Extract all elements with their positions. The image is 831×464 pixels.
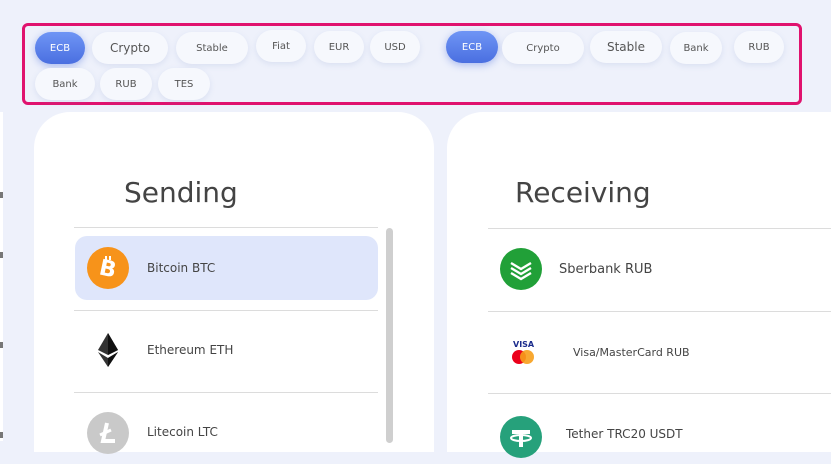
receiving-item-tether[interactable]: Tether TRC20 USDT <box>488 404 831 464</box>
filter-bar: ECB Crypto Stable Fiat EUR USD ECB Crypt… <box>22 23 802 105</box>
divider <box>488 311 831 312</box>
edge-mark <box>0 432 3 438</box>
filter-chip-stable[interactable]: Stable <box>176 32 248 64</box>
edge-mark <box>0 252 3 258</box>
edge-mark <box>0 342 3 348</box>
receiving-item-label: Sberbank RUB <box>559 261 653 277</box>
receiving-title: Receiving <box>515 176 651 209</box>
svg-text:VISA: VISA <box>513 340 535 349</box>
filter-chip-eur[interactable]: EUR <box>314 31 364 63</box>
visa-mastercard-icon: VISA <box>500 331 544 373</box>
filter-chip-crypto-receive[interactable]: Crypto <box>502 32 584 64</box>
filter-chip-bank[interactable]: Bank <box>35 68 95 100</box>
divider <box>74 392 378 393</box>
filter-chip-stable-receive[interactable]: Stable <box>590 31 662 63</box>
filter-chip-rub-receive[interactable]: RUB <box>734 31 784 63</box>
sending-scrollbar[interactable] <box>386 228 393 443</box>
divider <box>74 310 378 311</box>
litecoin-icon <box>87 412 129 454</box>
divider <box>488 393 831 394</box>
receiving-item-label: Tether TRC20 USDT <box>566 427 683 441</box>
filter-chip-crypto[interactable]: Crypto <box>92 32 168 64</box>
filter-chip-ecb[interactable]: ECB <box>35 32 85 64</box>
divider <box>74 227 378 228</box>
bitcoin-icon: B <box>87 247 129 289</box>
sending-item-label: Bitcoin BTC <box>147 261 216 275</box>
tether-icon <box>500 416 542 458</box>
filter-chip-bank-receive[interactable]: Bank <box>670 32 722 64</box>
receiving-item-sberbank[interactable]: Sberbank RUB <box>488 237 831 301</box>
svg-text:B: B <box>97 255 119 281</box>
sending-item-litecoin[interactable]: Litecoin LTC <box>75 402 378 462</box>
sberbank-icon <box>500 248 542 290</box>
sending-item-label: Ethereum ETH <box>147 343 234 357</box>
filter-chip-rub[interactable]: RUB <box>100 68 152 100</box>
edge-mark <box>0 192 3 198</box>
filter-chip-fiat[interactable]: Fiat <box>256 30 306 62</box>
receiving-item-label: Visa/MasterCard RUB <box>573 345 690 359</box>
receiving-item-visa-mastercard[interactable]: VISA Visa/MasterCard RUB <box>488 320 831 384</box>
background-edge <box>0 112 3 441</box>
ethereum-icon <box>87 329 129 371</box>
filter-chip-tes[interactable]: TES <box>158 68 210 100</box>
filter-chip-ecb-receive[interactable]: ECB <box>446 31 498 63</box>
sending-item-bitcoin[interactable]: B Bitcoin BTC <box>75 236 378 300</box>
sending-item-label: Litecoin LTC <box>147 425 218 439</box>
sending-item-ethereum[interactable]: Ethereum ETH <box>75 318 378 382</box>
divider <box>488 228 831 229</box>
sending-title: Sending <box>124 176 238 209</box>
filter-chip-usd[interactable]: USD <box>370 31 420 63</box>
